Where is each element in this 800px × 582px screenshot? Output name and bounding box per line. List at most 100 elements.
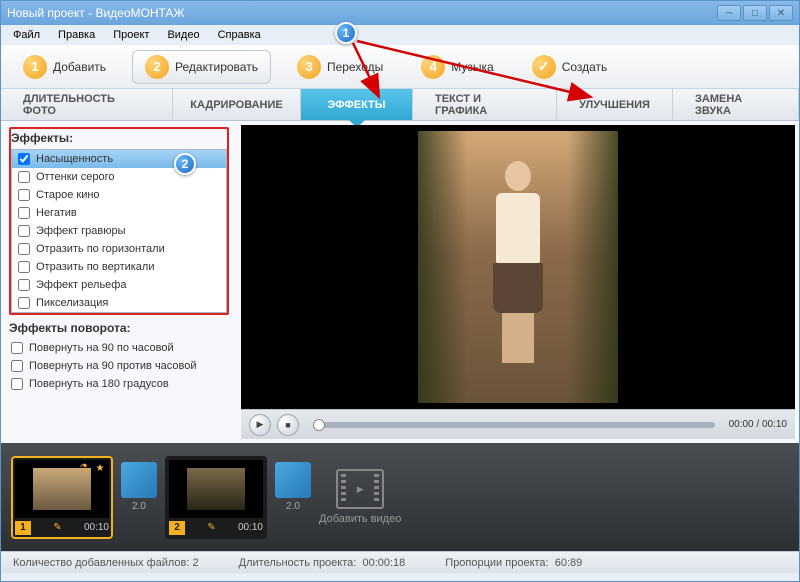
wizard-steps: 1 Добавить 2 Редактировать 3 Переходы 4 … <box>1 45 799 89</box>
step-create[interactable]: ✓ Создать <box>520 51 620 83</box>
effect-checkbox[interactable] <box>18 225 30 237</box>
effect-item-flip-h[interactable]: Отразить по горизонтали <box>12 240 226 258</box>
player-controls: ▶ ■ 00:00 / 00:10 <box>241 409 795 439</box>
menu-video[interactable]: Видео <box>159 27 207 43</box>
step-label: Создать <box>562 60 608 74</box>
rotate-checkbox[interactable] <box>11 378 23 390</box>
annotation-marker-1: 1 <box>335 22 357 44</box>
effect-checkbox[interactable] <box>18 243 30 255</box>
window-title: Новый проект - ВидеоМОНТАЖ <box>7 6 717 20</box>
transition-slot-2[interactable]: 2.0 <box>273 462 313 532</box>
tab-text-graphics[interactable]: ТЕКСТ И ГРАФИКА <box>413 89 557 120</box>
status-duration: Длительность проекта: 00:00:18 <box>239 557 406 569</box>
seek-bar[interactable] <box>313 422 715 428</box>
transition-slot-1[interactable]: 2.0 <box>119 462 159 532</box>
tab-improvements[interactable]: УЛУЧШЕНИЯ <box>557 89 673 120</box>
stop-button[interactable]: ■ <box>277 414 299 436</box>
rotate-label: Повернуть на 90 против часовой <box>29 360 197 372</box>
menu-help[interactable]: Справка <box>210 27 269 43</box>
effect-label: Отразить по горизонтали <box>36 243 165 255</box>
rotation-title: Эффекты поворота: <box>9 319 229 339</box>
step-edit[interactable]: 2 Редактировать <box>132 50 271 84</box>
effect-checkbox[interactable] <box>18 207 30 219</box>
edit-clip-icon[interactable]: ✎ <box>207 522 215 533</box>
effect-checkbox[interactable] <box>18 189 30 201</box>
step-num-icon: 3 <box>297 55 321 79</box>
effect-checkbox[interactable] <box>18 279 30 291</box>
transition-duration: 2.0 <box>132 501 146 512</box>
step-transitions[interactable]: 3 Переходы <box>285 51 395 83</box>
film-icon: ▶ <box>336 469 384 509</box>
clip-index: 2 <box>169 521 185 535</box>
menu-edit[interactable]: Правка <box>50 27 103 43</box>
close-button[interactable]: ✕ <box>769 5 793 21</box>
menu-project[interactable]: Проект <box>105 27 157 43</box>
effects-badge-icon: ⚗ <box>77 462 91 476</box>
step-label: Музыка <box>451 60 493 74</box>
tab-replace-audio[interactable]: ЗАМЕНА ЗВУКА <box>673 89 799 120</box>
titlebar: Новый проект - ВидеоМОНТАЖ ─ □ ✕ <box>1 1 799 25</box>
minimize-button[interactable]: ─ <box>717 5 741 21</box>
effects-sidebar: Эффекты: Насыщенность Оттенки серого Ста… <box>1 121 237 443</box>
maximize-button[interactable]: □ <box>743 5 767 21</box>
effects-list[interactable]: Насыщенность Оттенки серого Старое кино … <box>11 149 227 313</box>
edit-clip-icon[interactable]: ✎ <box>53 522 61 533</box>
rotate-label: Повернуть на 180 градусов <box>29 378 169 390</box>
step-music[interactable]: 4 Музыка <box>409 51 505 83</box>
rotate-checkbox[interactable] <box>11 360 23 372</box>
seek-thumb[interactable] <box>313 419 325 431</box>
step-num-icon: 1 <box>23 55 47 79</box>
clip-index: 1 <box>15 521 31 535</box>
step-label: Переходы <box>327 60 383 74</box>
effect-item-negative[interactable]: Негатив <box>12 204 226 222</box>
effect-label: Пикселизация <box>36 297 108 309</box>
timeline-clip-2[interactable]: 2 ✎ 00:10 <box>165 456 267 539</box>
tab-photo-duration[interactable]: ДЛИТЕЛЬНОСТЬ ФОТО <box>1 89 173 120</box>
effect-checkbox[interactable] <box>18 153 30 165</box>
clip-duration: 00:10 <box>84 522 109 533</box>
effect-label: Эффект гравюры <box>36 225 126 237</box>
editor-subtabs: ДЛИТЕЛЬНОСТЬ ФОТО КАДРИРОВАНИЕ ЭФФЕКТЫ Т… <box>1 89 799 121</box>
effect-checkbox[interactable] <box>18 297 30 309</box>
rotate-90-ccw[interactable]: Повернуть на 90 против часовой <box>9 357 229 375</box>
effect-label: Эффект рельефа <box>36 279 126 291</box>
effect-item-grayscale[interactable]: Оттенки серого <box>12 168 226 186</box>
rotate-checkbox[interactable] <box>11 342 23 354</box>
timeline-clip-1[interactable]: ⚗★ 1 ✎ 00:10 <box>11 456 113 539</box>
statusbar: Количество добавленных файлов: 2 Длитель… <box>1 551 799 573</box>
check-icon: ✓ <box>532 55 556 79</box>
status-aspect: Пропорции проекта: 60:89 <box>445 557 582 569</box>
effect-checkbox[interactable] <box>18 171 30 183</box>
effect-label: Оттенки серого <box>36 171 114 183</box>
effect-item-engraving[interactable]: Эффект гравюры <box>12 222 226 240</box>
effect-checkbox[interactable] <box>18 261 30 273</box>
step-num-icon: 2 <box>145 55 169 79</box>
menu-file[interactable]: Файл <box>5 27 48 43</box>
effects-title: Эффекты: <box>11 129 227 149</box>
play-button[interactable]: ▶ <box>249 414 271 436</box>
add-video-button[interactable]: ▶ Добавить видео <box>319 469 401 525</box>
rotate-90-cw[interactable]: Повернуть на 90 по часовой <box>9 339 229 357</box>
effect-item-pixelate[interactable]: Пикселизация <box>12 294 226 312</box>
tab-effects[interactable]: ЭФФЕКТЫ <box>301 89 413 120</box>
step-label: Добавить <box>53 60 106 74</box>
rotate-180[interactable]: Повернуть на 180 градусов <box>9 375 229 393</box>
menubar: Файл Правка Проект Видео Справка <box>1 25 799 45</box>
step-label: Редактировать <box>175 60 258 74</box>
step-add[interactable]: 1 Добавить <box>11 51 118 83</box>
effect-item-flip-v[interactable]: Отразить по вертикали <box>12 258 226 276</box>
timeline[interactable]: ⚗★ 1 ✎ 00:10 2.0 2 ✎ 00:10 2.0 ▶ <box>1 443 799 551</box>
tab-crop[interactable]: КАДРИРОВАНИЕ <box>173 89 301 120</box>
effect-item-old-film[interactable]: Старое кино <box>12 186 226 204</box>
effect-label: Отразить по вертикали <box>36 261 154 273</box>
rotation-list: Повернуть на 90 по часовой Повернуть на … <box>9 339 229 393</box>
clip-thumbnail <box>169 460 263 518</box>
transition-thumbnail <box>121 462 157 498</box>
add-video-label: Добавить видео <box>319 513 401 525</box>
step-num-icon: 4 <box>421 55 445 79</box>
effect-item-relief[interactable]: Эффект рельефа <box>12 276 226 294</box>
preview-frame <box>418 131 618 403</box>
time-display: 00:00 / 00:10 <box>729 419 787 430</box>
preview-viewport <box>241 125 795 409</box>
rotate-label: Повернуть на 90 по часовой <box>29 342 174 354</box>
